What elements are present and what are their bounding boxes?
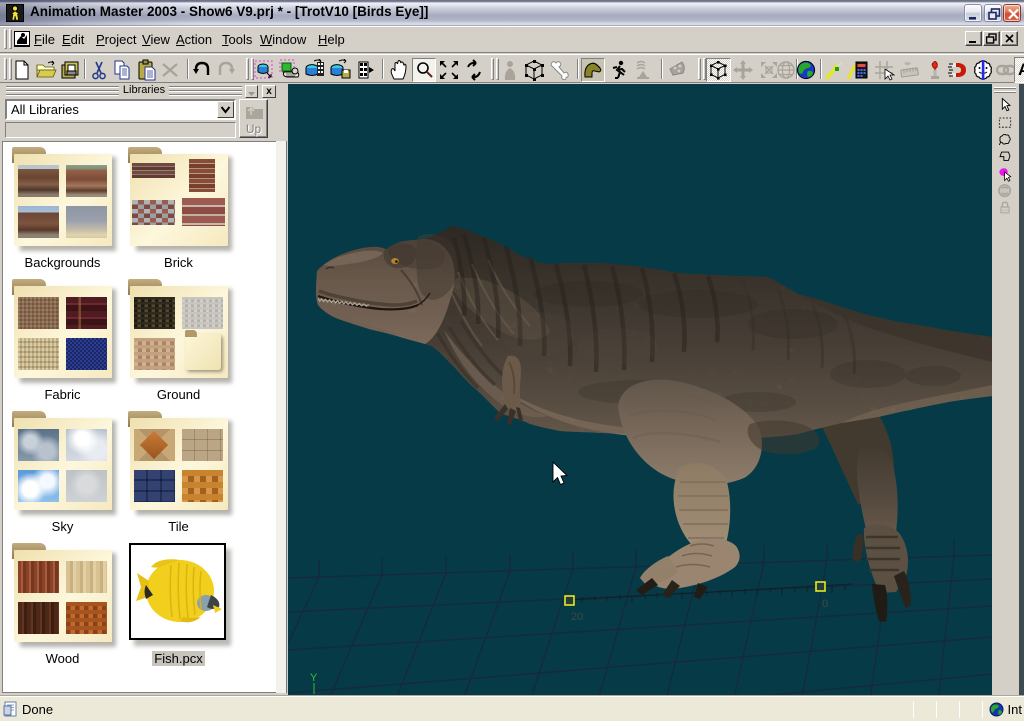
svg-text:Y: Y (310, 672, 318, 684)
svg-text:0: 0 (822, 598, 828, 610)
svg-text:20: 20 (571, 611, 583, 623)
